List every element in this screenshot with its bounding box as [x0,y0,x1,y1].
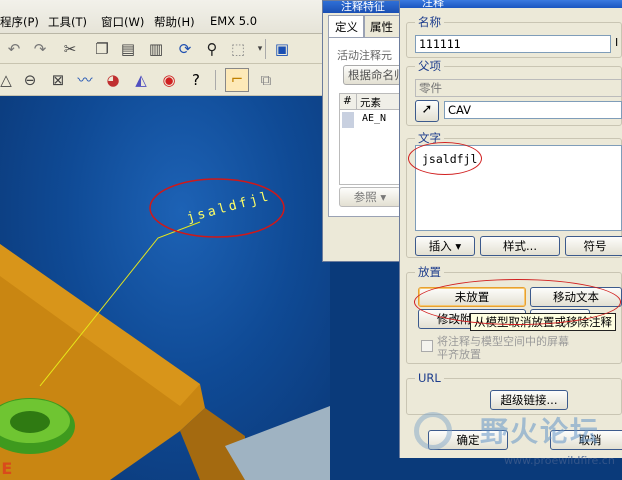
flush-checkbox[interactable] [421,340,433,352]
toolbar-separator [215,70,216,90]
window-icon[interactable]: ▣ [272,39,292,59]
model-tree-icon[interactable]: ⧉ [256,70,276,90]
cursor-arrow-icon: ➚ [421,102,433,117]
model-icon[interactable]: △ [0,70,16,90]
paste-icon[interactable]: ▤ [118,39,138,59]
display-icon[interactable]: ◕ [103,70,123,90]
references-button[interactable]: 参照 ▾ [339,187,401,207]
main-toolbar: ↶ ↷ ✂ ❐ ▤ ▥ ⟳ ⚲ ⬚ ▾ ▣ [0,34,330,64]
annotation-text[interactable]: jsaldfjl [185,189,273,226]
appearance-icon[interactable]: ◉ [159,70,179,90]
tab-properties[interactable]: 属性 [363,15,400,37]
copy-icon[interactable]: ❐ [92,39,112,59]
table-header-num: # [343,95,352,107]
parent-label: 父项 [418,59,441,73]
active-annotation-label: 活动注释元 [337,49,392,62]
paste-special-icon[interactable]: ▥ [146,39,166,59]
render-icon[interactable]: ◭ [131,70,151,90]
ok-button[interactable]: 确定 [428,430,508,450]
sketch-icon[interactable]: ⊖ [20,70,40,90]
table-row-num: 1 [342,112,354,128]
placement-label: 放置 [418,265,441,279]
annotation-dialog: 注释 名称 111111 I 父项 零件 ➚ CAV 文字 jsaldfjl 插… [399,0,622,458]
undo-icon[interactable]: ↶ [4,39,24,59]
part-label-text: NE [0,459,12,478]
menu-emx[interactable]: EMX 5.0 [210,14,257,28]
menu-tools[interactable]: 工具(T) [48,14,87,30]
boss-hole [10,411,50,433]
dialog-mid-title: 注释特征 [323,1,411,13]
cancel-button[interactable]: 取消 [550,430,622,450]
menu-window[interactable]: 窗口(W) [101,14,144,30]
redo-icon[interactable]: ↷ [30,39,50,59]
menu-program[interactable]: 程序(P) [0,14,39,30]
table-header-element: 元素 [360,97,381,109]
parent-type-field: 零件 [415,79,622,97]
sketch-tool-icon[interactable]: ⌐ [225,68,249,92]
regenerate-icon[interactable]: ⟳ [175,39,195,59]
url-label: URL [418,371,441,385]
find-icon[interactable]: ⚲ [202,39,222,59]
part-grey-block [225,406,330,480]
name-label: 名称 [418,15,441,29]
name-input[interactable]: 111111 [415,35,611,53]
select-box-icon[interactable]: ⬚ [228,39,248,59]
dropdown-icon[interactable]: ▾ [250,39,270,59]
parent-value-field[interactable]: CAV [444,101,622,119]
style-button[interactable]: 样式... [480,236,560,256]
hyperlink-button[interactable]: 超级链接... [490,390,568,410]
text-highlight-ellipse [408,142,482,175]
dialog-right-title: 注释 [400,0,622,9]
toolbar-separator [265,39,266,59]
analysis-icon[interactable]: 〰 [75,70,95,90]
flush-label-line2: 平齐放置 [437,348,481,361]
insert-button[interactable]: 插入 ▾ [415,236,475,256]
cut-icon[interactable]: ✂ [60,39,80,59]
model-render: NE jsaldfjl [0,178,330,480]
menu-help[interactable]: 帮助(H) [154,14,195,30]
model-viewport[interactable]: NE jsaldfjl [0,96,330,480]
select-parent-button[interactable]: ➚ [415,100,439,122]
help-icon[interactable]: ? [186,70,206,90]
datum-icon[interactable]: ⊠ [48,70,68,90]
tab-definition[interactable]: 定义 [328,15,365,37]
feature-toolbar: △ ⊖ ⊠ 〰 ◕ ◭ ◉ ? ⌐ ⧉ [0,64,330,96]
table-row-name: AE_N [362,113,387,124]
placement-highlight-ellipse [414,279,621,325]
menubar: 程序(P) 工具(T) 窗口(W) 帮助(H) EMX 5.0 [0,0,330,34]
name-suffix: I [615,36,619,49]
symbol-button[interactable]: 符号 [565,236,622,256]
